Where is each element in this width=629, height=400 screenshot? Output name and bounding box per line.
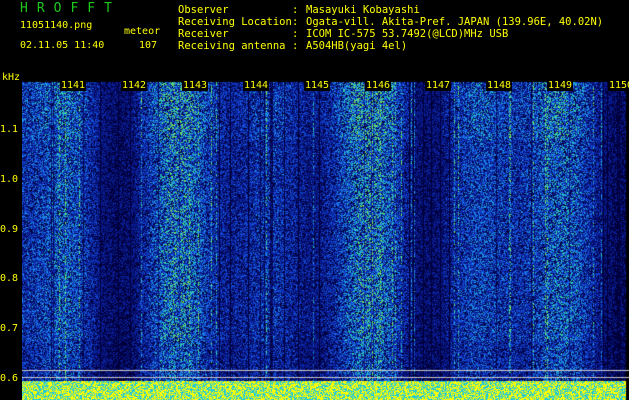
mode-label: meteor	[124, 26, 161, 37]
y-tick-label: 0.7	[0, 323, 19, 335]
info-sep: :	[292, 40, 299, 52]
y-tick-label: 0.6	[0, 373, 19, 384]
x-tick-label: 1149	[547, 80, 574, 91]
datetime-label: 02.11.05 11:40	[20, 40, 105, 51]
x-tick-label: 1142	[121, 80, 148, 91]
info-sep: :	[292, 4, 299, 16]
info-row: Receiver: ICOM IC-575 53.7492(@LCD)MHz US…	[178, 28, 603, 40]
app-title: HROFFT	[20, 1, 121, 16]
filename-label: 11051140.png	[20, 20, 93, 31]
x-tick-label: 1144	[243, 80, 270, 91]
count-label: 107	[139, 40, 158, 51]
info-value: Ogata-vill. Akita-Pref. JAPAN (139.96E, …	[306, 16, 604, 28]
y-tick-label: 0.9	[0, 223, 19, 235]
info-key: Receiver	[178, 28, 229, 40]
info-key: Receiving antenna	[178, 40, 286, 52]
info-row: Receiving antenna: A504HB(yagi 4el)	[178, 40, 603, 52]
x-tick-label: 1146	[365, 80, 392, 91]
x-tick-label: 1143	[182, 80, 209, 91]
y-tick-label: 0.8	[0, 273, 19, 285]
x-tick-label: 1141	[60, 80, 87, 91]
x-tick-label: 1150	[608, 80, 629, 91]
info-key: Receiving Location	[178, 16, 292, 28]
info-row: Observer: Masayuki Kobayashi	[178, 4, 603, 16]
spectrogram	[22, 80, 629, 400]
info-row: Receiving Location: Ogata-vill. Akita-Pre…	[178, 16, 603, 28]
info-key: Observer	[178, 4, 229, 16]
info-value: Masayuki Kobayashi	[306, 4, 420, 16]
y-tick-label: 1.0	[0, 173, 19, 185]
x-tick-label: 1145	[304, 80, 331, 91]
info-panel: Observer: Masayuki Kobayashi Receiving Loc…	[178, 4, 603, 52]
info-sep: :	[292, 28, 299, 40]
info-sep: :	[292, 16, 299, 28]
info-value: A504HB(yagi 4el)	[306, 40, 408, 52]
info-value: ICOM IC-575 53.7492(@LCD)MHz USB	[306, 28, 509, 40]
x-tick-label: 1147	[425, 80, 452, 91]
y-tick-label: 1.1	[0, 124, 19, 135]
x-tick-label: 1148	[486, 80, 513, 91]
y-axis-unit: kHz	[2, 72, 21, 83]
